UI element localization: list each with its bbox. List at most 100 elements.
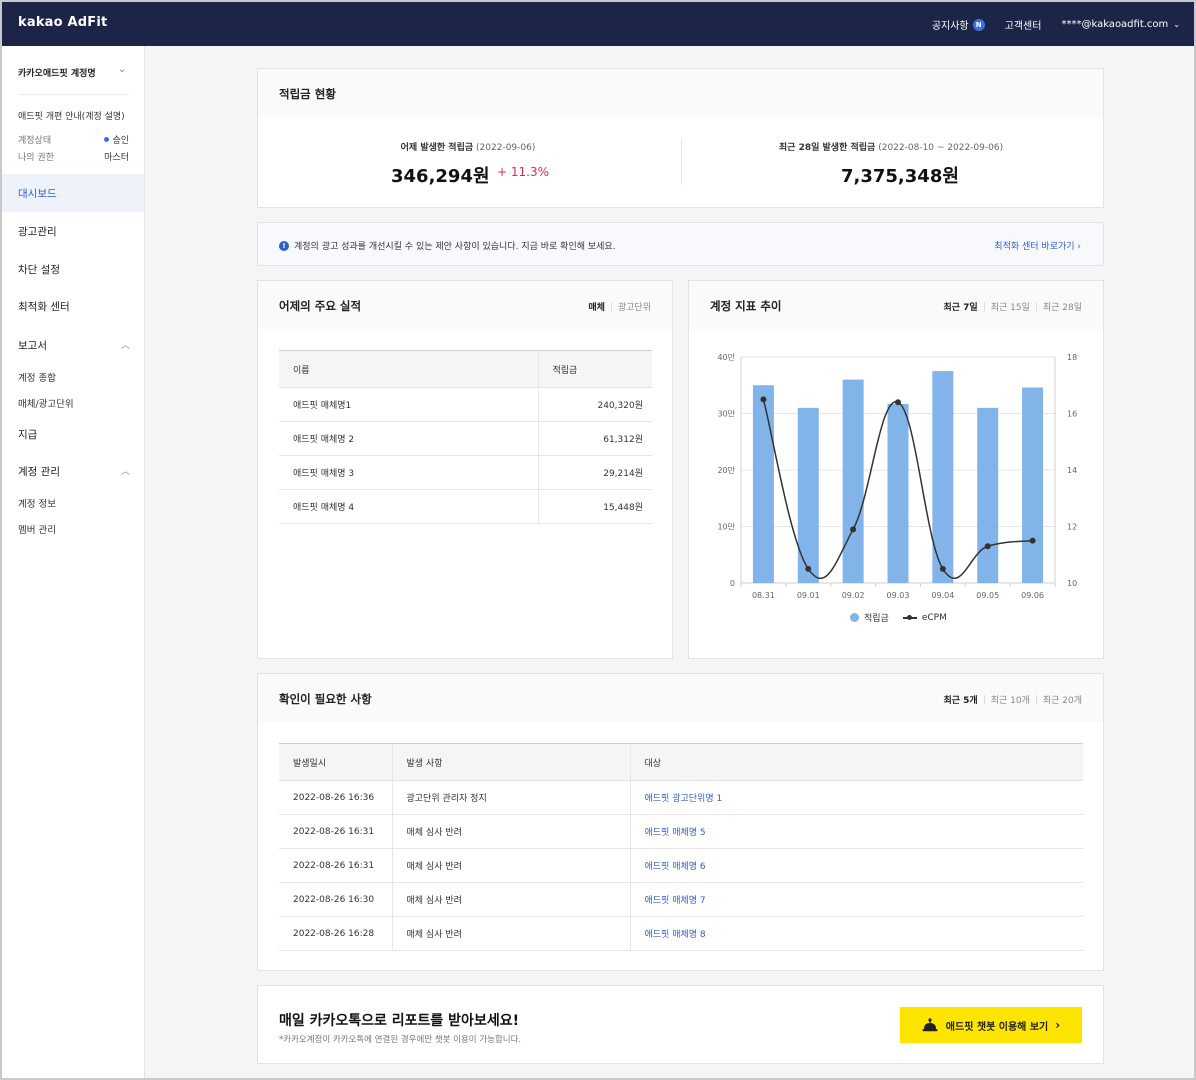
- tab-15days[interactable]: 최근 15일: [991, 300, 1030, 313]
- issues-card: 확인이 필요한 사항 최근 5개 최근 10개 최근 20개 발생일시 발생 사…: [257, 673, 1104, 971]
- y-left-tick-label: 20만: [717, 466, 735, 475]
- chatbot-button[interactable]: 애드핏 챗봇 이용해 보기 ›: [900, 1007, 1082, 1043]
- trend-tabs: 최근 7일 최근 15일 최근 28일: [943, 300, 1082, 313]
- issue-target-link[interactable]: 애드핏 매체명 7: [629, 882, 1083, 917]
- issue-target-link[interactable]: 애드핏 광고단위명 1: [629, 780, 1083, 815]
- chevron-up-icon: ︿: [120, 341, 130, 351]
- chevron-up-icon: ︿: [120, 467, 130, 477]
- chevron-down-icon: ⌄: [1173, 20, 1180, 29]
- issue-date: 2022-08-26 16:36: [279, 780, 392, 815]
- account-menu[interactable]: ****@kakaoadfit.com ⌄: [1061, 19, 1180, 30]
- col-earnings: 적립금: [537, 350, 652, 388]
- performance-table-body: 애드핏 매체명1 240,320원 애드핏 매체명 2 61,312원 애드핏 매체명 …: [279, 387, 652, 524]
- x-tick-label: 09.03: [887, 591, 910, 600]
- sidebar-group-reports[interactable]: 보고서 ︿: [18, 338, 130, 353]
- col-date: 발생일시: [279, 743, 392, 781]
- yesterday-label-text: 어제 발생한 적립금: [400, 143, 474, 153]
- status-label: 계정상태: [18, 136, 52, 146]
- role-row: 나의 권한 마스터: [18, 150, 129, 163]
- y-right-tick-label: 14: [1067, 466, 1077, 475]
- period-value: 7,375,348원: [841, 166, 959, 187]
- legend-line-swatch: [902, 614, 917, 620]
- table-row: 애드핏 매체명 4 15,448원: [279, 489, 652, 524]
- ecpm-point: [984, 543, 991, 550]
- sidebar-item-dashboard[interactable]: 대시보드: [2, 174, 144, 212]
- tab-28days[interactable]: 최근 28일: [1043, 300, 1082, 313]
- notice-label: 공지사항: [931, 21, 969, 32]
- sidebar-item-members[interactable]: 멤버 관리: [18, 522, 56, 536]
- sidebar-item-optimize[interactable]: 최적화 센터: [2, 287, 144, 325]
- ecpm-point: [805, 565, 812, 572]
- sidebar-item-account-info[interactable]: 계정 정보: [18, 496, 56, 510]
- bar: [752, 385, 774, 583]
- issue-date: 2022-08-26 16:31: [279, 814, 392, 849]
- y-left-tick-label: 10만: [717, 523, 735, 532]
- issue-event: 매체 심사 반려: [391, 916, 630, 951]
- yesterday-delta: + 11.3%: [497, 165, 549, 179]
- chatbot-icon: [922, 1018, 938, 1032]
- issues-table-body: 2022-08-26 16:36 광고단위 관리자 정지 애드핏 광고단위명 1 20…: [279, 780, 1083, 951]
- tab-recent-20[interactable]: 최근 20개: [1043, 693, 1082, 706]
- trend-title: 계정 지표 추이: [710, 299, 782, 313]
- table-row: 2022-08-26 16:36 광고단위 관리자 정지 애드핏 광고단위명 1: [279, 780, 1083, 815]
- table-row: 애드핏 매체명1 240,320원: [279, 387, 652, 422]
- issue-target-link[interactable]: 애드핏 매체명 6: [629, 848, 1083, 883]
- issue-event: 광고단위 관리자 정지: [391, 780, 630, 815]
- tab-separator: [610, 302, 612, 311]
- chevron-right-icon: ›: [1055, 1018, 1061, 1032]
- optimization-notice: ! 계정의 광고 성과를 개선시킬 수 있는 제안 사항이 있습니다. 지금 바…: [257, 222, 1104, 266]
- bar: [1022, 387, 1044, 583]
- reports-label: 보고서: [18, 340, 47, 352]
- x-tick-label: 09.05: [976, 591, 999, 600]
- sidebar-group-account[interactable]: 계정 관리 ︿: [18, 464, 130, 479]
- issue-target-link[interactable]: 애드핏 매체명 8: [629, 916, 1083, 951]
- optimize-center-link[interactable]: 최적화 센터 바로가기 ›: [994, 239, 1081, 252]
- guide-link[interactable]: 애드핏 개편 안내(계정 설명): [18, 109, 125, 122]
- tab-recent-10[interactable]: 최근 10개: [991, 693, 1030, 706]
- info-icon: !: [279, 241, 289, 251]
- table-row: 2022-08-26 16:28 매체 심사 반려 애드핏 매체명 8: [279, 916, 1083, 951]
- sidebar-item-report-media[interactable]: 매체/광고단위: [18, 396, 74, 410]
- tab-ad-unit[interactable]: 광고단위: [618, 300, 651, 313]
- issue-target-link[interactable]: 애드핏 매체명 5: [629, 814, 1083, 849]
- chatbot-button-label: 애드핏 챗봇 이용해 보기: [945, 1021, 1049, 1033]
- sidebar-item-report-summary[interactable]: 계정 종합: [18, 370, 56, 384]
- support-link[interactable]: 고객센터: [1005, 17, 1042, 32]
- tab-separator: [983, 302, 985, 311]
- tab-media[interactable]: 매체: [588, 300, 605, 313]
- ecpm-point: [850, 526, 857, 533]
- divider: [18, 94, 129, 95]
- sidebar-item-block[interactable]: 차단 설정: [2, 250, 144, 288]
- notice-link[interactable]: 공지사항 N: [932, 17, 985, 32]
- table-header-row: 발생일시 발생 사항 대상: [279, 743, 1083, 781]
- media-earnings: 61,312원: [537, 421, 652, 456]
- bar: [887, 403, 909, 583]
- status-dot-icon: [104, 137, 110, 142]
- chevron-down-icon[interactable]: ⌄: [118, 64, 126, 75]
- logo[interactable]: kakao AdFit: [18, 15, 107, 30]
- x-tick-label: 09.01: [797, 591, 820, 600]
- status-text: 승인: [112, 136, 129, 146]
- role-label: 나의 권한: [18, 153, 54, 163]
- period-label-text: 최근 28일 발생한 적립금: [778, 143, 876, 153]
- media-earnings: 15,448원: [537, 489, 652, 524]
- issue-event: 매체 심사 반려: [391, 882, 630, 917]
- bar: [842, 379, 864, 583]
- period-label: 최근 28일 발생한 적립금 (2022-08-10 ~ 2022-09-06): [681, 140, 1101, 153]
- yesterday-label: 어제 발생한 적립금 (2022-09-06): [258, 140, 678, 153]
- card-header: 적립금 현황: [258, 69, 1103, 117]
- bar: [797, 407, 819, 583]
- sidebar-item-ads[interactable]: 광고관리: [2, 212, 144, 250]
- ecpm-point: [760, 396, 767, 403]
- legend-line-label: eCPM: [921, 612, 947, 623]
- x-tick-label: 08.31: [752, 591, 775, 600]
- y-right-tick-label: 16: [1067, 410, 1077, 419]
- col-event: 발생 사항: [391, 743, 630, 781]
- tab-recent-5[interactable]: 최근 5개: [943, 693, 977, 706]
- tab-7days[interactable]: 최근 7일: [943, 300, 977, 313]
- sidebar-item-payment[interactable]: 지급: [18, 427, 130, 442]
- status-value: 승인: [104, 133, 129, 146]
- issue-date: 2022-08-26 16:31: [279, 848, 392, 883]
- y-right-tick-label: 12: [1067, 523, 1077, 532]
- tab-separator: [983, 695, 985, 704]
